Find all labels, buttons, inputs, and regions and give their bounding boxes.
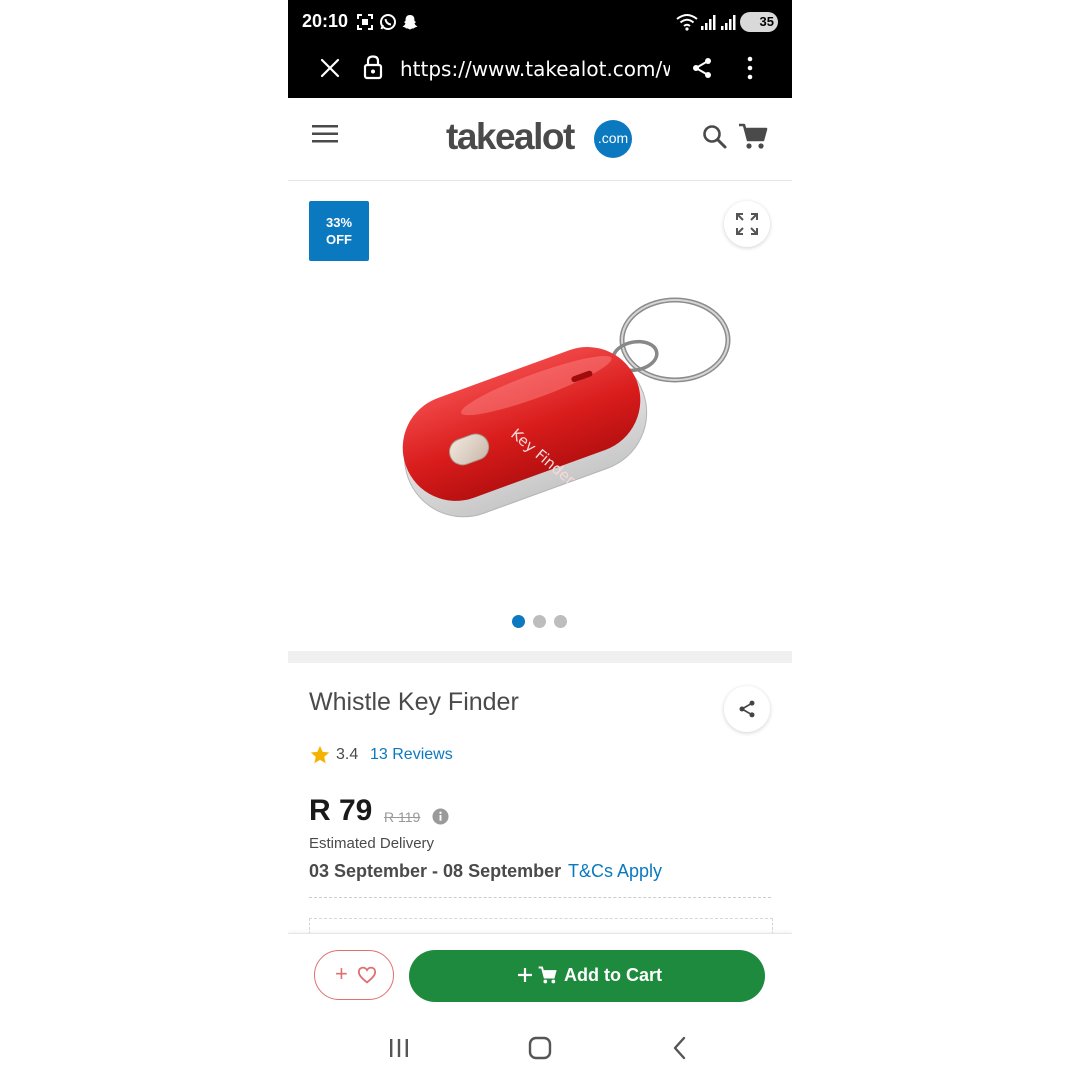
bottom-action-bar: + Add to Cart <box>288 933 792 1018</box>
battery-icon: 35 <box>740 12 778 32</box>
cart-icon[interactable] <box>738 123 768 151</box>
recent-apps-icon[interactable] <box>387 1037 411 1059</box>
share-icon[interactable] <box>690 56 714 80</box>
status-bar: 20:10 35 <box>288 0 792 44</box>
delivery-dates: 03 September - 08 September <box>309 861 562 881</box>
discount-badge: 33% OFF <box>309 201 369 261</box>
wifi-icon <box>676 14 698 31</box>
delivery-label: Estimated Delivery <box>309 835 435 852</box>
pagination-dot-active[interactable] <box>512 615 525 628</box>
wishlist-plus: + <box>335 961 348 986</box>
rating-value: 3.4 <box>336 746 359 763</box>
pagination-dot[interactable] <box>554 615 567 628</box>
site-header: takealot .com <box>288 98 792 181</box>
more-vert-icon[interactable] <box>738 54 762 82</box>
tcs-link[interactable]: T&Cs Apply <box>568 861 662 882</box>
current-price: R 79 <box>309 794 373 827</box>
plus-icon <box>518 968 532 982</box>
discount-off-label: OFF <box>326 232 352 247</box>
search-icon[interactable] <box>702 124 728 150</box>
expand-icon <box>736 213 758 235</box>
add-to-wishlist-button[interactable]: + <box>314 950 394 1000</box>
url-text[interactable]: https://www.takealot.com/w <box>400 57 670 81</box>
product-gallery[interactable]: 33% OFF Key Finder <box>288 181 792 651</box>
expand-image-button[interactable] <box>724 201 770 247</box>
add-to-cart-label: Add to Cart <box>564 965 662 985</box>
original-price: R 119 <box>384 809 421 825</box>
product-title: Whistle Key Finder <box>309 688 519 716</box>
status-time: 20:10 <box>302 11 349 31</box>
key-finder-device: Key Finder <box>402 347 648 518</box>
share-product-button[interactable] <box>724 686 770 732</box>
info-icon[interactable] <box>432 808 449 825</box>
screenshot-icon <box>357 14 373 30</box>
signal-icon <box>701 15 716 30</box>
battery-level: 35 <box>759 14 774 29</box>
logo-text: takealot <box>446 116 575 157</box>
home-icon[interactable] <box>527 1036 553 1060</box>
product-image[interactable]: Key Finder <box>338 276 748 526</box>
share-icon <box>739 700 755 718</box>
menu-icon[interactable] <box>312 124 338 144</box>
pagination-dot[interactable] <box>533 615 546 628</box>
whatsapp-icon <box>380 14 396 30</box>
phone-screen: 20:10 35 https://www.takealot.com/w take… <box>288 0 792 1080</box>
close-icon[interactable] <box>318 56 342 80</box>
heart-icon <box>357 966 377 984</box>
snapchat-icon <box>402 15 418 30</box>
star-icon <box>310 745 330 764</box>
add-to-cart-button[interactable]: Add to Cart <box>409 950 765 1002</box>
reviews-link[interactable]: 13 Reviews <box>370 746 453 764</box>
cart-icon <box>538 966 557 984</box>
lock-icon <box>363 55 383 80</box>
browser-url-bar: https://www.takealot.com/w <box>288 44 792 98</box>
system-nav-bar <box>288 1017 792 1080</box>
section-separator <box>288 651 792 663</box>
logo-badge: .com <box>594 120 632 158</box>
discount-percent: 33% <box>325 215 353 230</box>
signal-icon <box>721 15 736 30</box>
divider <box>309 897 771 898</box>
back-icon[interactable] <box>670 1036 690 1060</box>
